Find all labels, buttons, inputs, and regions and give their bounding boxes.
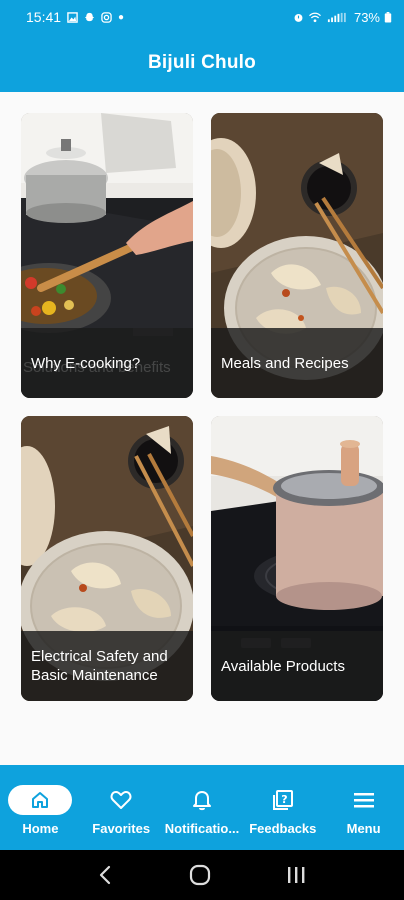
alarm-icon xyxy=(294,13,303,22)
heart-icon xyxy=(110,791,132,809)
nav-pill-home xyxy=(8,785,73,815)
app-title: Bijuli Chulo xyxy=(148,52,256,73)
nav-item-notifications[interactable]: Notificatio... xyxy=(162,765,243,850)
wifi-icon xyxy=(309,12,321,22)
snapchat-icon xyxy=(84,12,95,21)
status-bar: 15:41 ● 73% xyxy=(0,0,404,34)
nav-pill-feedbacks: ? xyxy=(251,785,315,815)
card-title-meals-and-recipes: Meals and Recipes xyxy=(221,354,349,372)
app-bar: Bijuli Chulo xyxy=(0,34,404,92)
battery-icon xyxy=(384,11,392,23)
card-title-electrical-safety: Electrical Safety and Basic Maintenance xyxy=(31,648,168,684)
nav-label-feedbacks: Feedbacks xyxy=(249,821,317,836)
menu-icon xyxy=(353,793,374,808)
status-right: 73% xyxy=(293,10,392,25)
nav-item-favorites[interactable]: Favorites xyxy=(81,765,162,850)
status-dot: ● xyxy=(118,11,125,23)
status-time: 15:41 xyxy=(26,9,62,25)
status-left: 15:41 ● xyxy=(26,9,124,25)
nav-pill-notifications xyxy=(170,785,234,815)
system-navigation-bar xyxy=(0,850,404,900)
nav-item-feedbacks[interactable]: ? Feedbacks xyxy=(242,765,323,850)
home-circle-icon[interactable] xyxy=(189,864,211,886)
nav-pill-menu xyxy=(332,785,396,815)
gallery-icon xyxy=(67,11,78,23)
nav-label-menu: Menu xyxy=(346,821,381,836)
nav-pill-favorites xyxy=(89,785,153,815)
nav-label-favorites: Favorites xyxy=(92,821,151,836)
feedback-icon: ? xyxy=(272,790,293,810)
bottom-navigation: Home Favorites Notificatio... ? Feedback… xyxy=(0,765,404,850)
card-why-e-cooking[interactable]: Why E-cooking? Solutions and benefits xyxy=(21,113,193,398)
card-ghost-subtitle: Solutions and benefits xyxy=(23,359,171,376)
card-label-meals-and-recipes: Meals and Recipes xyxy=(211,328,383,398)
nav-item-menu[interactable]: Menu xyxy=(323,765,404,850)
home-icon xyxy=(32,792,49,808)
battery-text: 73% xyxy=(353,9,380,25)
card-title-available-products: Available Products xyxy=(221,657,345,675)
card-label-available-products: Available Products xyxy=(211,631,383,701)
svg-text:?: ? xyxy=(281,793,287,806)
card-electrical-safety[interactable]: Electrical Safety and Basic Maintenance xyxy=(21,416,193,701)
nav-item-home[interactable]: Home xyxy=(0,765,81,850)
back-icon[interactable] xyxy=(98,865,114,885)
recents-icon[interactable] xyxy=(286,866,306,884)
card-meals-and-recipes[interactable]: Meals and Recipes xyxy=(211,113,383,398)
bell-icon xyxy=(192,791,211,811)
card-available-products[interactable]: Available Products xyxy=(211,416,383,701)
nav-label-notifications: Notificatio... xyxy=(164,821,240,836)
nav-label-home: Home xyxy=(22,821,59,836)
instagram-icon xyxy=(101,11,112,23)
signal-icon xyxy=(327,12,346,22)
card-label-electrical-safety: Electrical Safety and Basic Maintenance xyxy=(21,631,193,701)
